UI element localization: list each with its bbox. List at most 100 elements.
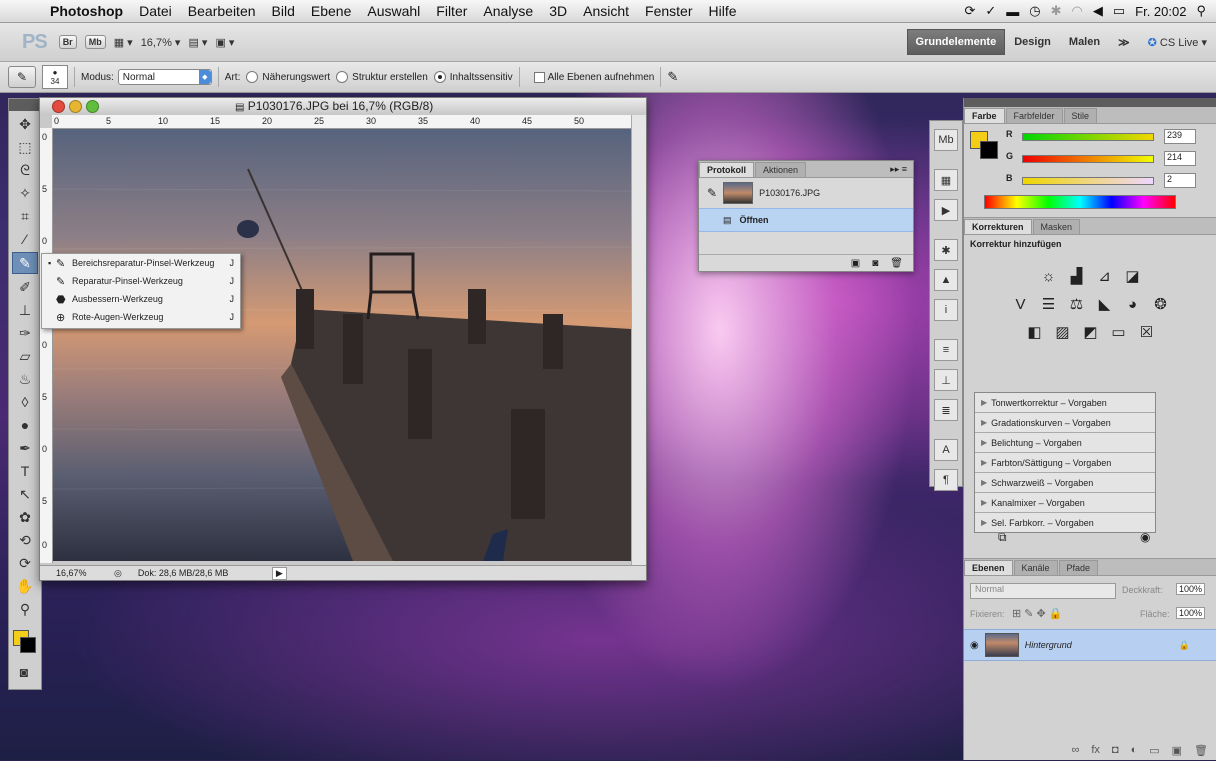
- new-group-icon[interactable]: ▭: [1149, 744, 1159, 757]
- r-value-input[interactable]: 239: [1164, 129, 1196, 144]
- marquee-tool-icon[interactable]: ⬚: [13, 137, 37, 157]
- layer-style-fx-icon[interactable]: fx: [1091, 744, 1100, 757]
- tab-farbe[interactable]: Farbe: [964, 108, 1005, 123]
- histogram-panel-icon[interactable]: ▲: [934, 269, 958, 291]
- menu-hilfe[interactable]: Hilfe: [701, 3, 745, 19]
- tab-korrekturen[interactable]: Korrekturen: [964, 219, 1032, 234]
- navigator-panel-icon[interactable]: ✱: [934, 239, 958, 261]
- menu-datei[interactable]: Datei: [131, 3, 180, 19]
- history-brush-source-icon[interactable]: ✎: [707, 186, 717, 200]
- photo-filter-icon[interactable]: ◕: [1123, 295, 1143, 313]
- pressure-icon[interactable]: ✎: [667, 69, 678, 85]
- checkmark-icon[interactable]: ✓: [985, 3, 996, 19]
- pen-tool-icon[interactable]: ✒: [13, 438, 37, 458]
- document-canvas-photo[interactable]: [53, 129, 631, 561]
- paragraph-panel-icon[interactable]: ¶: [934, 469, 958, 491]
- 3d-rotate-tool-icon[interactable]: ⟲: [13, 530, 37, 550]
- bluetooth-icon[interactable]: ✱: [1051, 3, 1062, 19]
- new-adjustment-layer-icon[interactable]: ◐: [1131, 744, 1138, 757]
- tab-ebenen[interactable]: Ebenen: [964, 560, 1013, 575]
- radio-naeherungswert[interactable]: [246, 71, 259, 83]
- layer-row-hintergrund[interactable]: ◉ Hintergrund 🔒: [964, 629, 1216, 661]
- green-slider[interactable]: [1022, 155, 1154, 163]
- spotlight-search-icon[interactable]: ⚲: [1196, 3, 1206, 19]
- move-tool-icon[interactable]: ✥: [13, 114, 37, 134]
- zoom-level[interactable]: 16,7% ▾: [141, 36, 181, 49]
- close-window-button[interactable]: [52, 100, 65, 113]
- hue-saturation-icon[interactable]: ☰: [1039, 295, 1059, 313]
- menu-auswahl[interactable]: Auswahl: [359, 3, 428, 19]
- b-value-input[interactable]: 2: [1164, 173, 1196, 188]
- g-value-input[interactable]: 214: [1164, 151, 1196, 166]
- zoom-field[interactable]: 16,67%: [40, 568, 98, 578]
- curves-icon[interactable]: ⊿: [1095, 267, 1115, 285]
- path-selection-tool-icon[interactable]: ↖: [13, 484, 37, 504]
- vibrance-icon[interactable]: V: [1011, 295, 1031, 313]
- zoom-tool-icon[interactable]: ⚲: [13, 599, 37, 619]
- cs-live-button[interactable]: ✪ CS Live ▾: [1139, 30, 1216, 55]
- blue-slider[interactable]: [1022, 177, 1154, 185]
- hand-tool-icon[interactable]: ✋: [13, 576, 37, 596]
- workspace-malen[interactable]: Malen: [1060, 30, 1109, 54]
- color-balance-icon[interactable]: ⚖: [1067, 295, 1087, 313]
- document-info[interactable]: Dok: 28,6 MB/28,6 MB: [138, 568, 258, 578]
- paint-bucket-tool-icon[interactable]: ♨: [13, 369, 37, 389]
- horizontal-ruler[interactable]: 0 5 10 15 20 25 30 35 40 45 50: [52, 115, 632, 129]
- 3d-orbit-tool-icon[interactable]: ⟳: [13, 553, 37, 573]
- tab-stile[interactable]: Stile: [1063, 108, 1098, 123]
- vertical-ruler[interactable]: 0 5 0 5 0 5 0 5 0: [40, 128, 53, 563]
- lasso-tool-icon[interactable]: ᘓ: [13, 160, 37, 180]
- history-brush-tool-icon[interactable]: ✑: [13, 323, 37, 343]
- battery-icon[interactable]: ▭: [1113, 3, 1125, 19]
- flyout-item-patch[interactable]: ⬣ Ausbessern-Werkzeug J: [42, 290, 240, 308]
- tool-presets-icon[interactable]: ≣: [934, 399, 958, 421]
- opacity-input[interactable]: 100%: [1176, 583, 1206, 595]
- history-snapshot[interactable]: ✎ P1030176.JPG: [699, 178, 913, 208]
- brush-picker[interactable]: ● 34: [42, 65, 68, 89]
- layer-visibility-eye-icon[interactable]: ◉: [970, 640, 979, 651]
- menu-filter[interactable]: Filter: [428, 3, 475, 19]
- workspace-design[interactable]: Design: [1005, 30, 1060, 54]
- brightness-contrast-icon[interactable]: ☼: [1039, 267, 1059, 285]
- tab-kanaele[interactable]: Kanäle: [1013, 560, 1058, 575]
- alle-ebenen-checkbox[interactable]: [533, 71, 545, 83]
- exposure-icon[interactable]: ◪: [1123, 267, 1143, 285]
- view-extras-icon[interactable]: ▦ ▾: [114, 36, 133, 49]
- quick-mask-icon[interactable]: ◙: [12, 662, 36, 682]
- panel-menu-icon[interactable]: ▸▸ ≡: [884, 164, 913, 177]
- modus-select[interactable]: Normal ◆: [117, 69, 212, 85]
- channel-mixer-icon[interactable]: ❂: [1151, 295, 1171, 313]
- gradient-map-icon[interactable]: ▭: [1109, 323, 1129, 341]
- character-panel-icon[interactable]: A: [934, 439, 958, 461]
- menu-bild[interactable]: Bild: [264, 3, 303, 19]
- minibridge-button[interactable]: Mb: [84, 35, 106, 49]
- preset-tonwert[interactable]: ▶ Tonwertkorrektur – Vorgaben: [975, 393, 1155, 413]
- preset-kanalmixer[interactable]: ▶ Kanalmixer – Vorgaben: [975, 493, 1155, 513]
- clone-source-icon[interactable]: ⊥: [934, 369, 958, 391]
- tab-masken[interactable]: Masken: [1032, 219, 1081, 234]
- wifi-icon[interactable]: ◠: [1072, 3, 1083, 19]
- tab-aktionen[interactable]: Aktionen: [755, 162, 807, 177]
- tools-panel-header[interactable]: [9, 99, 41, 111]
- bridge-button[interactable]: Br: [58, 35, 77, 49]
- radio-struktur[interactable]: [336, 71, 349, 83]
- menu-analyse[interactable]: Analyse: [475, 3, 541, 19]
- sync-icon[interactable]: ⟳: [964, 3, 975, 19]
- menu-3d[interactable]: 3D: [541, 3, 575, 19]
- color-spectrum-ramp[interactable]: [984, 195, 1176, 209]
- new-layer-icon[interactable]: ▣: [1172, 744, 1182, 757]
- menu-ansicht[interactable]: Ansicht: [575, 3, 637, 19]
- menu-bearbeiten[interactable]: Bearbeiten: [180, 3, 264, 19]
- flyout-item-red-eye[interactable]: ⊕ Rote-Augen-Werkzeug J: [42, 308, 240, 326]
- visibility-toggle-icon[interactable]: ◉: [1140, 530, 1150, 544]
- black-white-icon[interactable]: ◣: [1095, 295, 1115, 313]
- background-color-swatch[interactable]: [20, 637, 36, 653]
- vertical-scrollbar[interactable]: [631, 115, 646, 566]
- menu-fenster[interactable]: Fenster: [637, 3, 700, 19]
- posterize-icon[interactable]: ▨: [1053, 323, 1073, 341]
- preset-belichtung[interactable]: ▶ Belichtung – Vorgaben: [975, 433, 1155, 453]
- flyout-item-spot-healing[interactable]: ▪ ✎ Bereichsreparatur-Pinsel-Werkzeug J: [42, 254, 240, 272]
- brush-tool-icon[interactable]: ✐: [13, 277, 37, 297]
- dodge-tool-icon[interactable]: ●: [13, 415, 37, 435]
- link-layers-icon[interactable]: ∞: [1072, 744, 1080, 757]
